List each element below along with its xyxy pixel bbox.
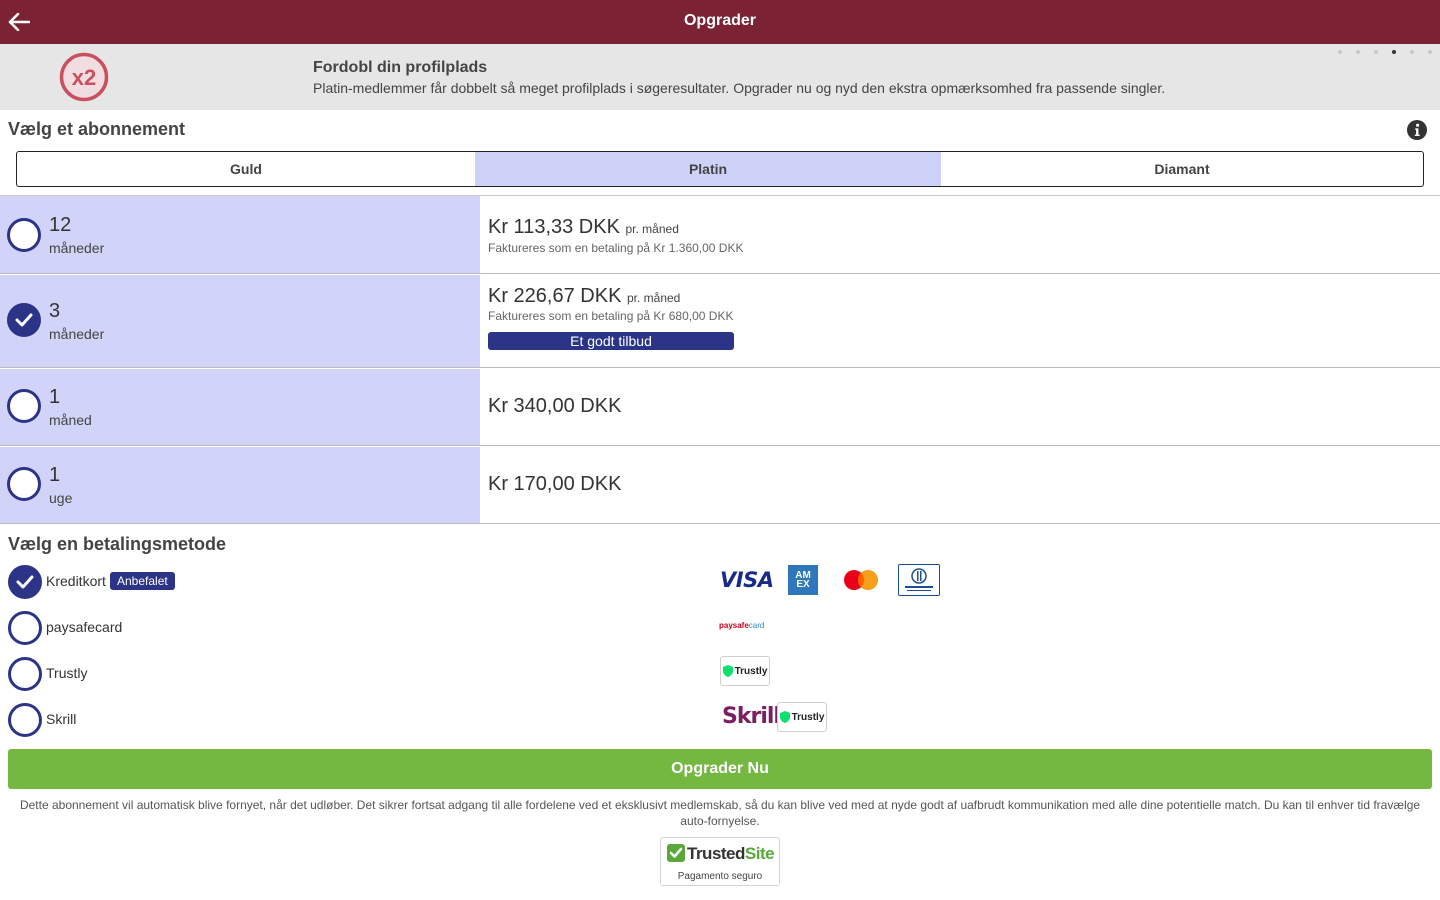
carousel-dot[interactable] xyxy=(1410,50,1414,54)
plan-left-column xyxy=(0,369,480,445)
subscription-title: Vælg et abonnement xyxy=(8,119,186,139)
carousel-dot[interactable] xyxy=(1338,50,1342,54)
amex-logo: AM EX xyxy=(788,565,818,595)
plan-billing-note: Faktureres som en betaling på Kr 680,00 … xyxy=(488,309,734,323)
plan-price: Kr 113,33 DKK pr. måned xyxy=(488,216,679,238)
plan-duration-unit: uge xyxy=(49,490,73,506)
payment-label: Kreditkort xyxy=(46,573,106,589)
trustly-logo: Trustly xyxy=(720,656,770,686)
plan-radio[interactable] xyxy=(7,218,41,252)
plan-option-1-week[interactable]: 1 uge Kr 170,00 DKK xyxy=(0,447,1440,524)
plan-billing-note: Faktureres som en betaling på Kr 1.360,0… xyxy=(488,241,744,255)
plan-option-3-months[interactable]: 3 måneder Kr 226,67 DKK pr. måned Faktur… xyxy=(0,275,1440,368)
promo-headline: Fordobl din profilplads xyxy=(313,59,488,76)
mastercard-logo xyxy=(843,569,879,596)
payment-label: Skrill xyxy=(46,711,77,727)
plan-duration: 12 xyxy=(49,214,72,236)
plan-duration: 1 xyxy=(49,464,61,486)
plan-price: Kr 226,67 DKK pr. måned xyxy=(488,285,681,307)
plan-radio[interactable] xyxy=(7,389,41,423)
payment-radio-checked[interactable] xyxy=(8,565,42,599)
plan-tabs: Guld Platin Diamant xyxy=(16,151,1424,187)
plan-price: Kr 170,00 DKK xyxy=(488,473,622,495)
recommended-badge: Anbefalet xyxy=(110,572,175,590)
diners-club-logo xyxy=(898,564,940,596)
carousel-dot[interactable] xyxy=(1428,50,1432,54)
checkmark-icon xyxy=(16,575,34,589)
plan-left-column xyxy=(0,275,480,367)
payment-option-skrill[interactable]: Skrill xyxy=(0,699,1440,741)
plan-option-1-month[interactable]: 1 måned Kr 340,00 DKK xyxy=(0,369,1440,446)
plan-duration: 1 xyxy=(49,386,61,408)
page-title: Opgrader xyxy=(683,12,756,29)
payment-radio[interactable] xyxy=(8,703,42,737)
skrill-logo: Skrill xyxy=(722,704,781,729)
payment-radio[interactable] xyxy=(8,611,42,645)
carousel-dot-active[interactable] xyxy=(1392,50,1396,54)
plan-duration-unit: måned xyxy=(49,412,92,428)
svg-text:x2: x2 xyxy=(72,65,96,90)
plan-left-column xyxy=(0,196,480,273)
plan-radio-checked[interactable] xyxy=(7,303,41,337)
plan-duration: 3 xyxy=(49,300,61,322)
tab-diamant[interactable]: Diamant xyxy=(941,152,1423,186)
trusted-site-name: TrustedSite xyxy=(687,844,775,863)
plan-left-column xyxy=(0,447,480,523)
tab-guld[interactable]: Guld xyxy=(17,152,475,186)
carousel-dot[interactable] xyxy=(1374,50,1378,54)
payment-label: Trustly xyxy=(46,665,88,681)
payment-label: paysafecard xyxy=(46,619,123,635)
upgrade-now-button[interactable]: Opgrader Nu xyxy=(8,749,1432,789)
check-shield-icon xyxy=(667,844,685,862)
tab-platin[interactable]: Platin xyxy=(475,152,941,186)
checkmark-icon xyxy=(15,313,33,327)
plan-option-12-months[interactable]: 12 måneder Kr 113,33 DKK pr. måned Faktu… xyxy=(0,196,1440,274)
carousel-dots[interactable] xyxy=(1338,50,1432,54)
plan-duration-unit: måneder xyxy=(49,326,105,342)
trusted-site-subtitle: Pagamento seguro xyxy=(677,871,763,882)
top-bar: Opgrader xyxy=(0,0,1440,44)
plan-radio[interactable] xyxy=(7,467,41,501)
promo-description: Platin-medlemmer får dobbelt så meget pr… xyxy=(313,80,1166,96)
plan-price: Kr 340,00 DKK xyxy=(488,395,622,417)
carousel-dot[interactable] xyxy=(1356,50,1360,54)
auto-renew-disclaimer: Dette abonnement vil automatisk blive fo… xyxy=(19,798,1421,828)
promo-banner: x2 Fordobl din profilplads Platin-medlem… xyxy=(0,44,1440,110)
double-badge-icon: x2 xyxy=(59,52,109,102)
payment-radio[interactable] xyxy=(8,657,42,691)
plan-duration-unit: måneder xyxy=(49,240,105,256)
trusted-site-seal[interactable]: TrustedSite Pagamento seguro xyxy=(660,837,780,886)
trustly-shield-icon xyxy=(779,711,790,723)
trustly-logo: Trustly xyxy=(777,702,827,732)
paysafecard-logo: paysafecard xyxy=(719,621,765,630)
deal-badge: Et godt tilbud xyxy=(488,332,734,350)
info-icon[interactable] xyxy=(1407,120,1427,140)
payment-title: Vælg en betalingsmetode xyxy=(8,534,227,554)
trustly-shield-icon xyxy=(722,665,733,677)
visa-logo: VISA xyxy=(720,568,774,592)
